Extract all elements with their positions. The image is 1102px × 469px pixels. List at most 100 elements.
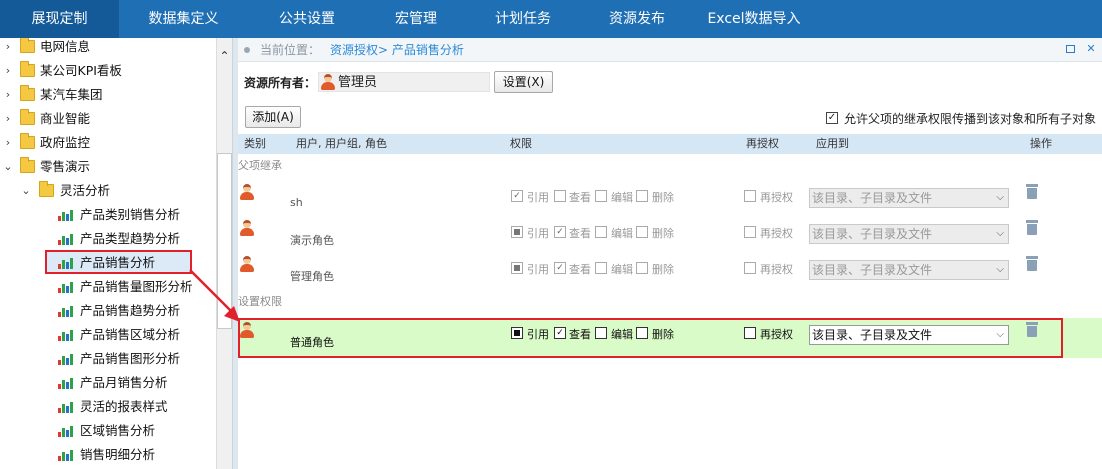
location-icon xyxy=(244,47,250,53)
apply-to-select[interactable]: 该目录、子目录及文件 ⌵ xyxy=(809,188,1009,208)
expand-icon[interactable]: › xyxy=(2,59,14,83)
chart-icon xyxy=(58,305,74,317)
chart-icon xyxy=(58,377,74,389)
maximize-icon[interactable] xyxy=(1066,45,1075,53)
chevron-down-icon: ⌵ xyxy=(996,228,1004,239)
col-type: 类别 xyxy=(244,137,266,150)
chart-icon xyxy=(58,233,74,245)
perm-edit-checkbox[interactable] xyxy=(595,190,607,202)
tree-item-report[interactable]: 产品销售趋势分析 xyxy=(0,299,216,323)
table-row: sh ✓ 引用 查看 编辑 删除 再授权 该目录、子目录及文件 ⌵ xyxy=(238,180,1102,216)
tree-item-report[interactable]: 产品销售区域分析 xyxy=(0,323,216,347)
delete-icon[interactable] xyxy=(1026,184,1038,199)
breadcrumb-path[interactable]: 资源授权> 产品销售分析 xyxy=(330,38,464,62)
tree-item-report[interactable]: 产品类别销售分析 xyxy=(0,203,216,227)
table-row: 演示角色 引用 ✓ 查看 编辑 删除 再授权 该目录、子目录及文件 ⌵ xyxy=(238,216,1102,252)
table-header: 类别 用户, 用户组, 角色 权限 再授权 应用到 操作 xyxy=(238,134,1102,154)
col-permission: 权限 xyxy=(510,137,532,150)
selected-item-highlight xyxy=(45,250,192,274)
inherit-label: 允许父项的继承权限传播到该对象和所有子对象 xyxy=(844,112,1097,126)
perm-delete-checkbox[interactable] xyxy=(636,226,648,238)
chart-icon xyxy=(58,281,74,293)
folder-icon xyxy=(20,109,35,125)
tree-item-gov-monitor[interactable]: › 政府监控 xyxy=(0,131,216,155)
top-nav: 展现定制 数据集定义 公共设置 宏管理 计划任务 资源发布 Excel数据导入 xyxy=(0,0,1102,38)
tree-item-report[interactable]: 产品月销售分析 xyxy=(0,371,216,395)
regrant-checkbox[interactable] xyxy=(744,226,756,238)
collapse-icon[interactable]: ⌄ xyxy=(2,155,14,179)
tab-excel-import[interactable]: Excel数据导入 xyxy=(694,0,814,38)
col-apply: 应用到 xyxy=(816,137,849,150)
tree-item-report[interactable]: 产品类型趋势分析 xyxy=(0,227,216,251)
folder-icon xyxy=(20,157,35,173)
tab-resource-publish[interactable]: 资源发布 xyxy=(580,0,694,38)
close-icon[interactable]: ✕ xyxy=(1086,43,1096,54)
user-avatar-icon xyxy=(240,184,254,200)
perm-view-checkbox[interactable] xyxy=(554,190,566,202)
row-highlight-annotation xyxy=(238,318,1063,358)
perm-view-checkbox[interactable]: ✓ xyxy=(554,262,566,274)
section-inherited: 父项继承 xyxy=(238,159,282,172)
chart-icon xyxy=(58,425,74,437)
col-user: 用户, 用户组, 角色 xyxy=(296,137,387,150)
regrant-checkbox[interactable] xyxy=(744,190,756,202)
perm-ref-checkbox[interactable]: ✓ xyxy=(511,190,523,202)
scroll-up-icon[interactable]: ⌃ xyxy=(217,50,232,62)
col-regrant: 再授权 xyxy=(746,137,779,150)
tree-item-report[interactable]: 产品销售图形分析 xyxy=(0,347,216,371)
folder-icon xyxy=(20,61,35,77)
tab-dataset-definition[interactable]: 数据集定义 xyxy=(119,0,248,38)
tree-item-business-intelligence[interactable]: › 商业智能 xyxy=(0,107,216,131)
tab-display-custom[interactable]: 展现定制 xyxy=(0,0,119,38)
inherit-checkbox[interactable]: ✓ xyxy=(826,112,838,124)
chart-icon xyxy=(58,329,74,341)
apply-to-select[interactable]: 该目录、子目录及文件 ⌵ xyxy=(809,260,1009,280)
col-operations: 操作 xyxy=(1030,137,1052,150)
tree-item-kpi-board[interactable]: › 某公司KPI看板 xyxy=(0,59,216,83)
chart-icon xyxy=(58,449,74,461)
tree-item-flexible-analysis[interactable]: ⌄ 灵活分析 xyxy=(0,179,216,203)
expand-icon[interactable]: › xyxy=(2,107,14,131)
chart-icon xyxy=(58,209,74,221)
chart-icon xyxy=(58,401,74,413)
perm-delete-checkbox[interactable] xyxy=(636,262,648,274)
perm-delete-checkbox[interactable] xyxy=(636,190,648,202)
folder-icon xyxy=(20,85,35,101)
tab-macro-management[interactable]: 宏管理 xyxy=(366,0,466,38)
expand-icon[interactable]: › xyxy=(2,38,14,59)
table-row: 管理角色 引用 ✓ 查看 编辑 删除 再授权 该目录、子目录及文件 ⌵ xyxy=(238,252,1102,288)
perm-ref-checkbox[interactable] xyxy=(511,226,523,238)
expand-icon[interactable]: › xyxy=(2,83,14,107)
perm-view-checkbox[interactable]: ✓ xyxy=(554,226,566,238)
annotation-arrow-icon xyxy=(189,269,240,322)
user-avatar-icon xyxy=(321,74,335,90)
add-button[interactable]: 添加(A) xyxy=(245,106,301,128)
apply-to-select[interactable]: 该目录、子目录及文件 ⌵ xyxy=(809,224,1009,244)
permission-panel: 当前位置： 资源授权> 产品销售分析 ✕ 资源所有者： 管理员 设置(X) 添加… xyxy=(238,38,1102,469)
tree-item-report[interactable]: 产品销售量图形分析 xyxy=(0,275,216,299)
folder-icon xyxy=(39,181,54,197)
regrant-checkbox[interactable] xyxy=(744,262,756,274)
tree-item-retail-demo[interactable]: ⌄ 零售演示 xyxy=(0,155,216,179)
tree-item-auto-group[interactable]: › 某汽车集团 xyxy=(0,83,216,107)
section-set-permissions: 设置权限 xyxy=(238,295,282,308)
perm-edit-checkbox[interactable] xyxy=(595,226,607,238)
owner-field: 管理员 xyxy=(318,72,490,92)
tree-item-report[interactable]: 区域销售分析 xyxy=(0,419,216,443)
tab-scheduled-tasks[interactable]: 计划任务 xyxy=(466,0,580,38)
collapse-icon[interactable]: ⌄ xyxy=(20,179,32,203)
delete-icon[interactable] xyxy=(1026,256,1038,271)
perm-ref-checkbox[interactable] xyxy=(511,262,523,274)
tree-item-report[interactable]: 销售明细分析 xyxy=(0,443,216,467)
delete-icon[interactable] xyxy=(1026,220,1038,235)
tree-item-grid-info[interactable]: › 电网信息 xyxy=(0,38,216,59)
user-avatar-icon xyxy=(240,220,254,236)
folder-icon xyxy=(20,38,35,53)
tree-item-report[interactable]: 灵活的报表样式 xyxy=(0,395,216,419)
expand-icon[interactable]: › xyxy=(2,131,14,155)
chevron-down-icon: ⌵ xyxy=(996,264,1004,275)
tab-public-settings[interactable]: 公共设置 xyxy=(248,0,366,38)
chart-icon xyxy=(58,353,74,365)
set-owner-button[interactable]: 设置(X) xyxy=(494,71,553,93)
perm-edit-checkbox[interactable] xyxy=(595,262,607,274)
